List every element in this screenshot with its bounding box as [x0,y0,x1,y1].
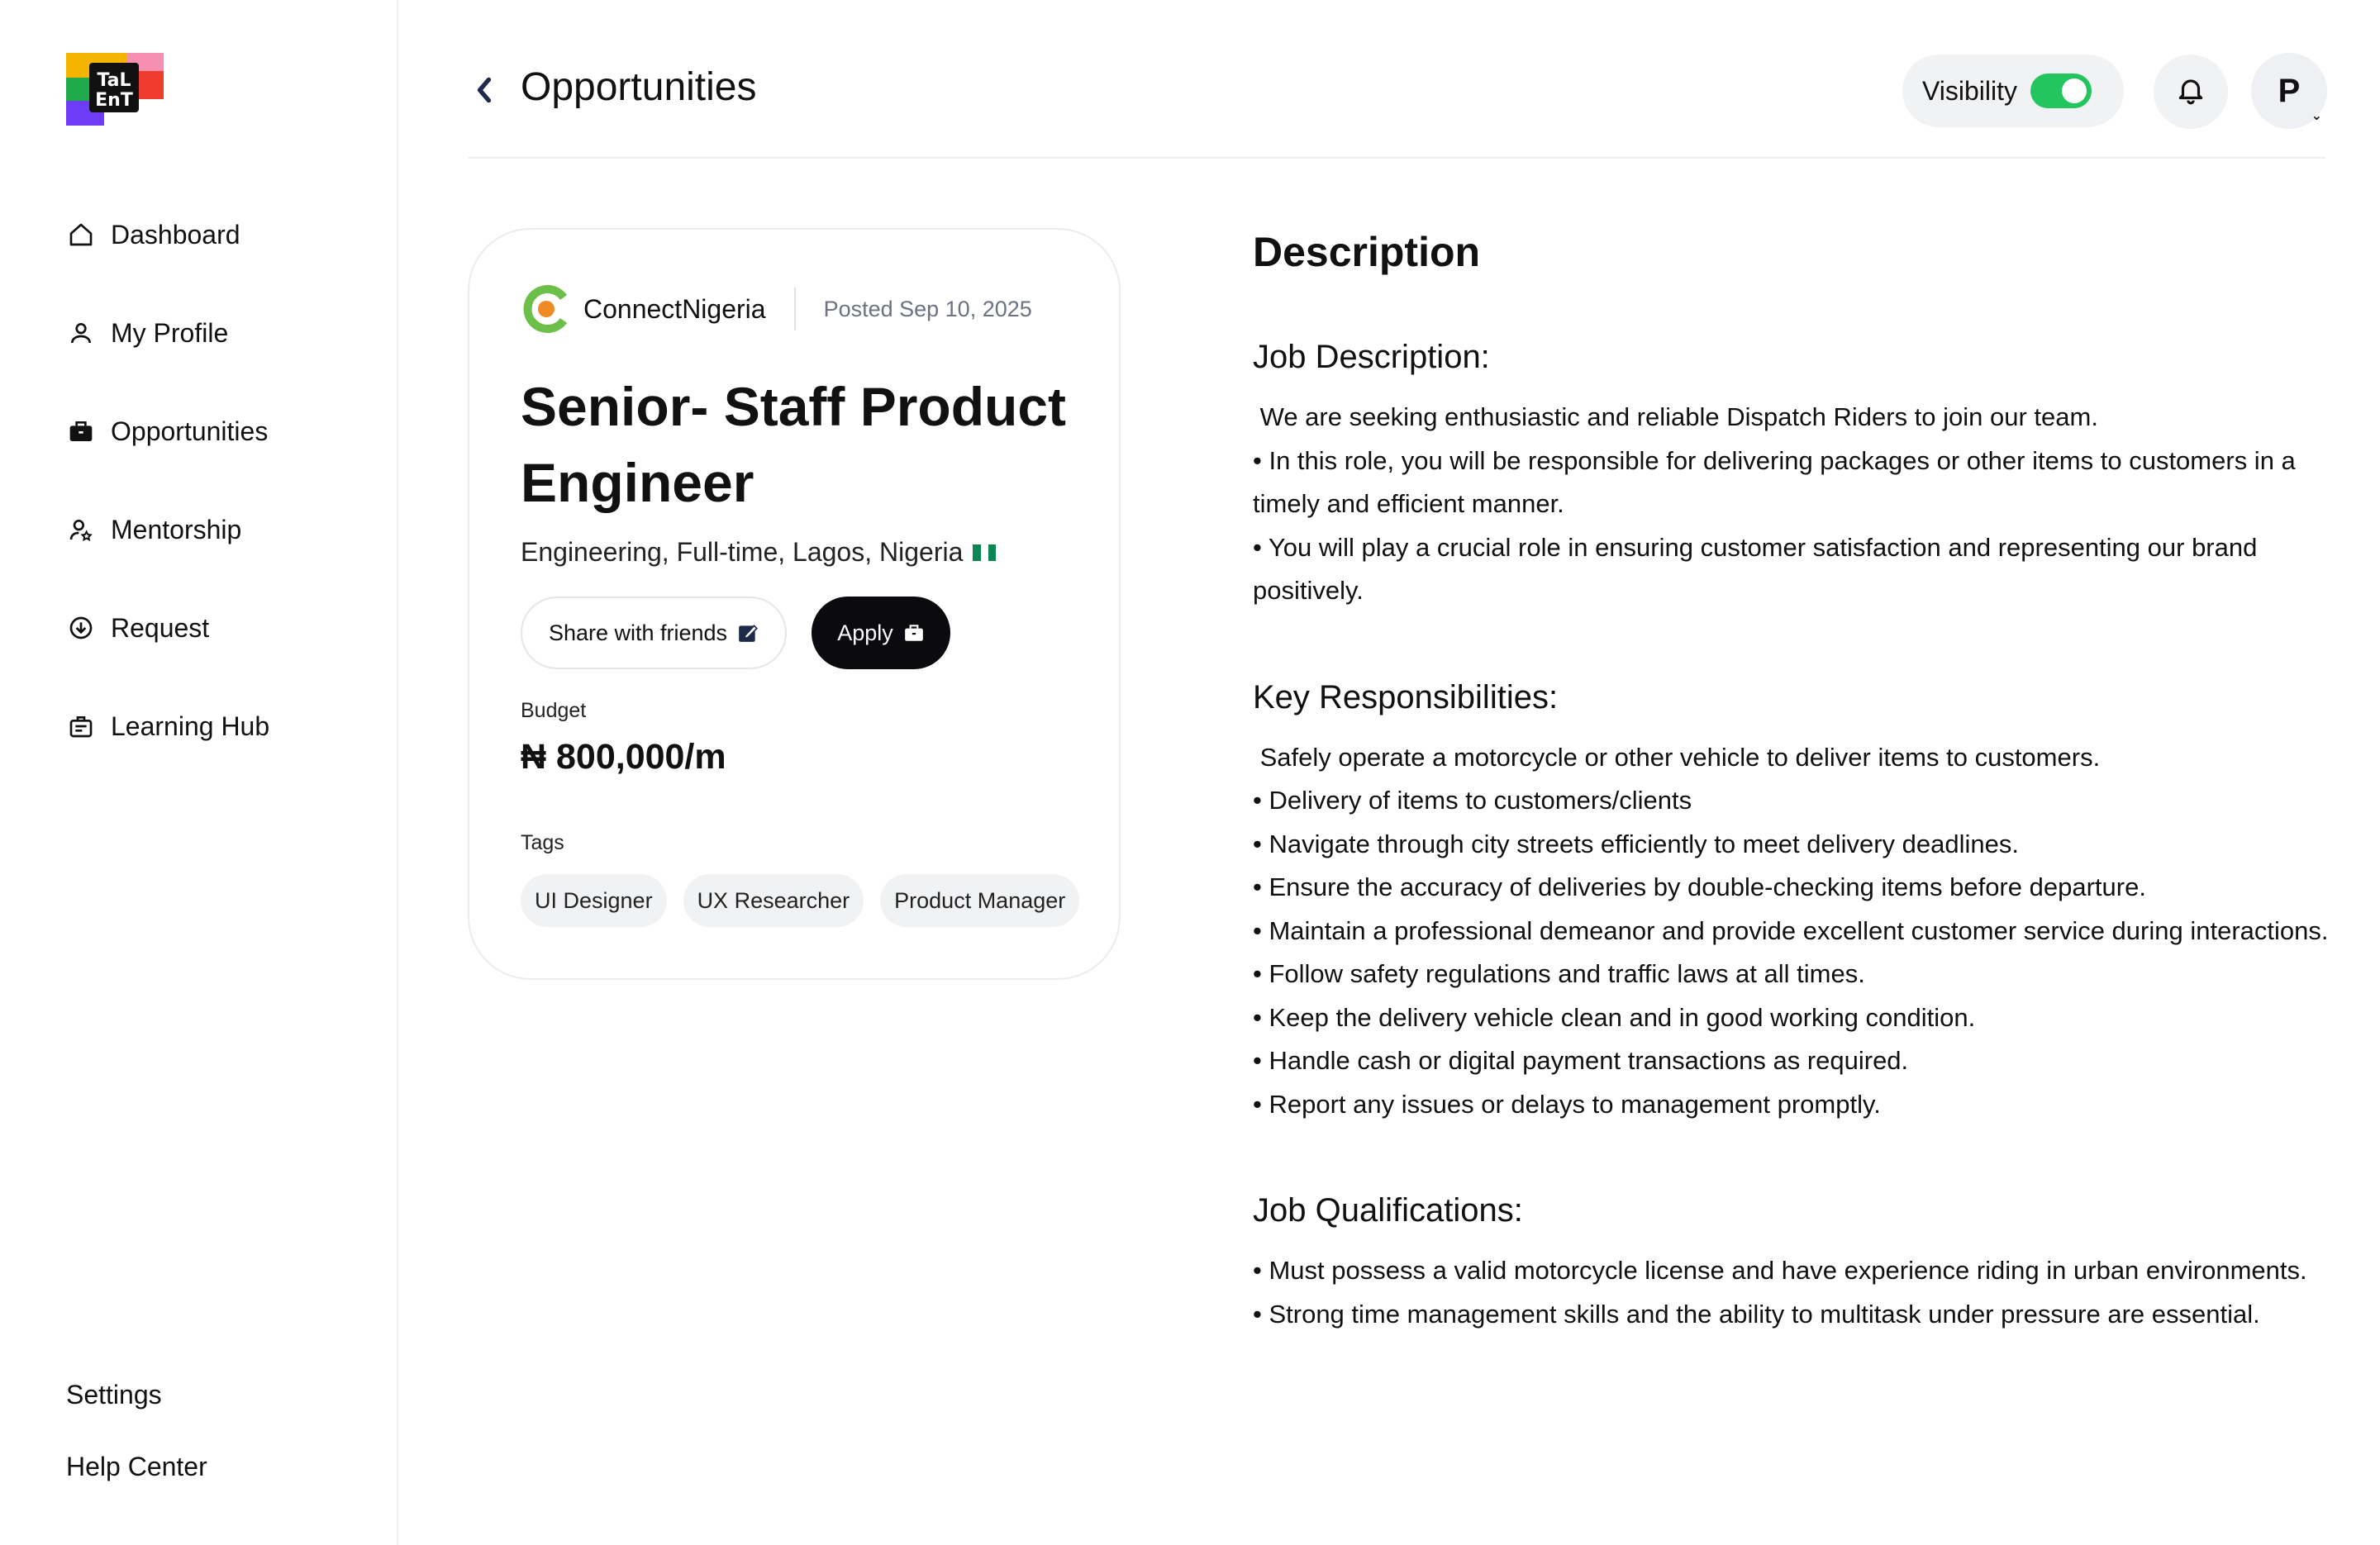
chevron-down-icon: ⌄ [2311,109,2322,123]
home-icon [66,220,96,250]
company-row: ConnectNigeria Posted Sep 10, 2025 [521,281,1032,337]
avatar[interactable]: P ⌄ [2251,53,2327,129]
sidebar-item-label: My Profile [111,317,229,348]
description-panel: Description Job Description: We are seek… [1253,223,2335,1336]
sidebar-item-dashboard[interactable]: Dashboard [66,210,240,259]
sidebar-item-label: Mentorship [111,514,242,544]
sidebar-item-mentorship[interactable]: Mentorship [66,505,241,554]
app-logo[interactable]: TaL EnT [66,53,164,126]
budget-value: ₦ 800,000/m [521,737,726,777]
sidebar: TaL EnT Dashboard My Profile Opportuniti… [0,0,398,1545]
share-button[interactable]: Share with friends [521,597,787,669]
sidebar-item-label: Request [111,612,210,643]
section-body: We are seeking enthusiastic and reliable… [1253,402,2296,605]
download-circle-icon [66,613,96,643]
top-header: Opportunities Visibility P ⌄ [468,41,2327,159]
sidebar-item-opportunities[interactable]: Opportunities [66,406,268,456]
share-label: Share with friends [548,620,728,645]
company-logo-icon [521,284,570,334]
mentor-icon [66,515,96,544]
apply-label: Apply [837,620,893,645]
page-title: Opportunities [521,65,757,109]
briefcase-icon [66,416,96,446]
section-heading: Job Description: [1253,339,1490,375]
tag: UX Researcher [683,874,864,927]
chevron-left-icon [474,75,495,109]
briefcase-icon [903,622,925,644]
notifications-button[interactable] [2154,55,2228,129]
sidebar-item-label: Dashboard [111,219,240,250]
visibility-label: Visibility [1922,75,2017,106]
section-body: • Must possess a valid motorcycle licens… [1253,1256,2307,1329]
job-meta: Engineering, Full-time, Lagos, Nigeria [521,537,997,568]
job-card: ConnectNigeria Posted Sep 10, 2025 Senio… [468,228,1121,980]
sidebar-item-label: Learning Hub [111,711,270,741]
tag: Product Manager [880,874,1080,927]
visibility-control: Visibility [1902,55,2124,127]
help-center-link[interactable]: Help Center [66,1452,207,1482]
section-body: Safely operate a motorcycle or other veh… [1253,742,2329,1119]
learning-icon [66,711,96,741]
svg-text:TaL: TaL [97,70,131,91]
back-button[interactable] [468,71,501,112]
company-name: ConnectNigeria [583,293,766,324]
budget-label: Budget [521,699,587,722]
tags-list: UI Designer UX Researcher Product Manage… [521,874,1080,927]
apply-button[interactable]: Apply [812,597,950,669]
avatar-initial: P [2278,72,2301,109]
sidebar-item-my-profile[interactable]: My Profile [66,308,228,358]
sidebar-item-label: Opportunities [111,416,269,446]
bell-icon [2175,74,2206,111]
posted-date: Posted Sep 10, 2025 [823,296,1032,321]
user-icon [66,318,96,348]
tag: UI Designer [521,874,667,927]
sidebar-item-request[interactable]: Request [66,603,209,653]
description-title: Description [1253,229,1481,275]
job-title: Senior- Staff Product Engineer [521,376,1067,513]
section-heading: Key Responsibilities: [1253,678,1559,715]
settings-link[interactable]: Settings [66,1380,162,1410]
sidebar-item-learning-hub[interactable]: Learning Hub [66,701,269,751]
svg-text:EnT: EnT [95,90,133,111]
nigeria-flag-icon [973,544,997,561]
edit-share-icon [737,622,759,644]
divider [793,288,796,330]
tags-label: Tags [521,831,564,854]
job-meta-text: Engineering, Full-time, Lagos, Nigeria [521,537,964,567]
section-heading: Job Qualifications: [1253,1192,1523,1229]
visibility-toggle[interactable] [2030,74,2092,108]
